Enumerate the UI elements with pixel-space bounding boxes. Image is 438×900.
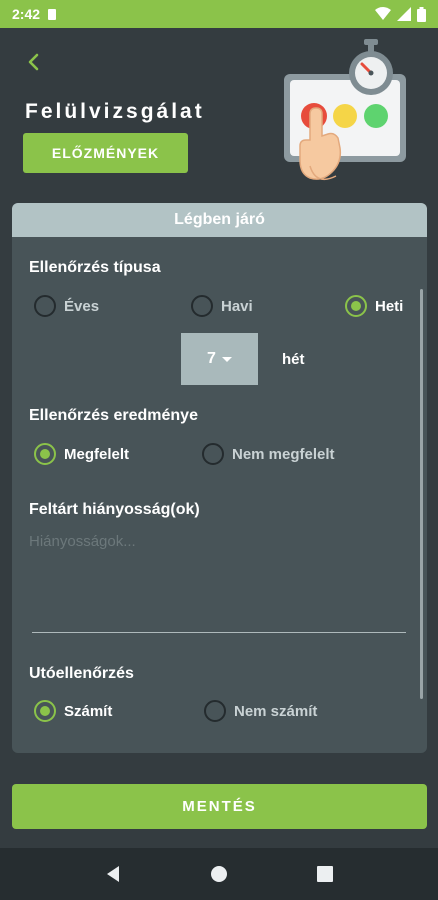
radio-check-type-yearly[interactable]: Éves	[34, 295, 99, 317]
status-bar: 2:42	[0, 0, 438, 28]
wifi-icon	[375, 7, 391, 20]
week-unit-label: hét	[282, 351, 305, 368]
radio-circle	[34, 443, 56, 465]
status-time: 2:42	[12, 6, 41, 22]
radio-follow-up-not-counts[interactable]: Nem számít	[204, 700, 317, 722]
week-value: 7	[207, 350, 216, 367]
radio-check-type-weekly[interactable]: Heti	[345, 295, 403, 317]
radio-circle	[202, 443, 224, 465]
radio-label: Havi	[221, 297, 253, 315]
input-underline	[32, 632, 406, 633]
radio-label: Számít	[64, 702, 113, 720]
radio-label: Megfelelt	[64, 445, 130, 463]
week-dropdown[interactable]: 7	[181, 333, 258, 385]
nav-recents-icon[interactable]	[316, 865, 334, 883]
deficiencies-label: Feltárt hiányosság(ok)	[29, 501, 200, 518]
save-button[interactable]: MENTÉS	[12, 784, 427, 829]
back-arrow-icon[interactable]	[22, 50, 46, 74]
radio-circle	[204, 700, 226, 722]
nav-back-icon[interactable]	[104, 865, 122, 883]
radio-follow-up-counts[interactable]: Számít	[34, 700, 112, 722]
system-nav-bar	[0, 848, 438, 900]
caret-down-icon	[221, 356, 232, 362]
radio-label: Heti	[375, 297, 404, 315]
radio-circle	[345, 295, 367, 317]
deficiencies-input[interactable]	[29, 533, 409, 633]
page-title: Felülvizsgálat	[25, 100, 205, 123]
inspection-card: Légben járó Ellenőrzés típusa Éves Havi …	[12, 203, 427, 753]
sim-card-icon	[48, 8, 57, 20]
scrollbar[interactable]	[420, 289, 423, 699]
radio-label: Nem számít	[234, 702, 318, 720]
radio-label: Nem megfelelt	[232, 445, 335, 463]
battery-icon	[417, 6, 426, 22]
check-type-label: Ellenőrzés típusa	[29, 259, 161, 276]
radio-circle	[34, 295, 56, 317]
radio-check-type-monthly[interactable]: Havi	[191, 295, 253, 317]
radio-label: Éves	[64, 297, 100, 315]
signal-icon	[397, 7, 411, 21]
radio-circle	[191, 295, 213, 317]
radio-result-failed[interactable]: Nem megfelelt	[202, 443, 335, 465]
radio-circle	[34, 700, 56, 722]
check-result-label: Ellenőrzés eredménye	[29, 407, 198, 424]
history-button[interactable]: ELŐZMÉNYEK	[23, 133, 188, 173]
inspection-illustration	[284, 39, 406, 181]
nav-home-icon[interactable]	[210, 865, 228, 883]
status-icons	[375, 6, 426, 22]
card-title: Légben járó	[12, 203, 427, 237]
radio-result-passed[interactable]: Megfelelt	[34, 443, 129, 465]
follow-up-label: Utóellenőrzés	[29, 665, 134, 682]
